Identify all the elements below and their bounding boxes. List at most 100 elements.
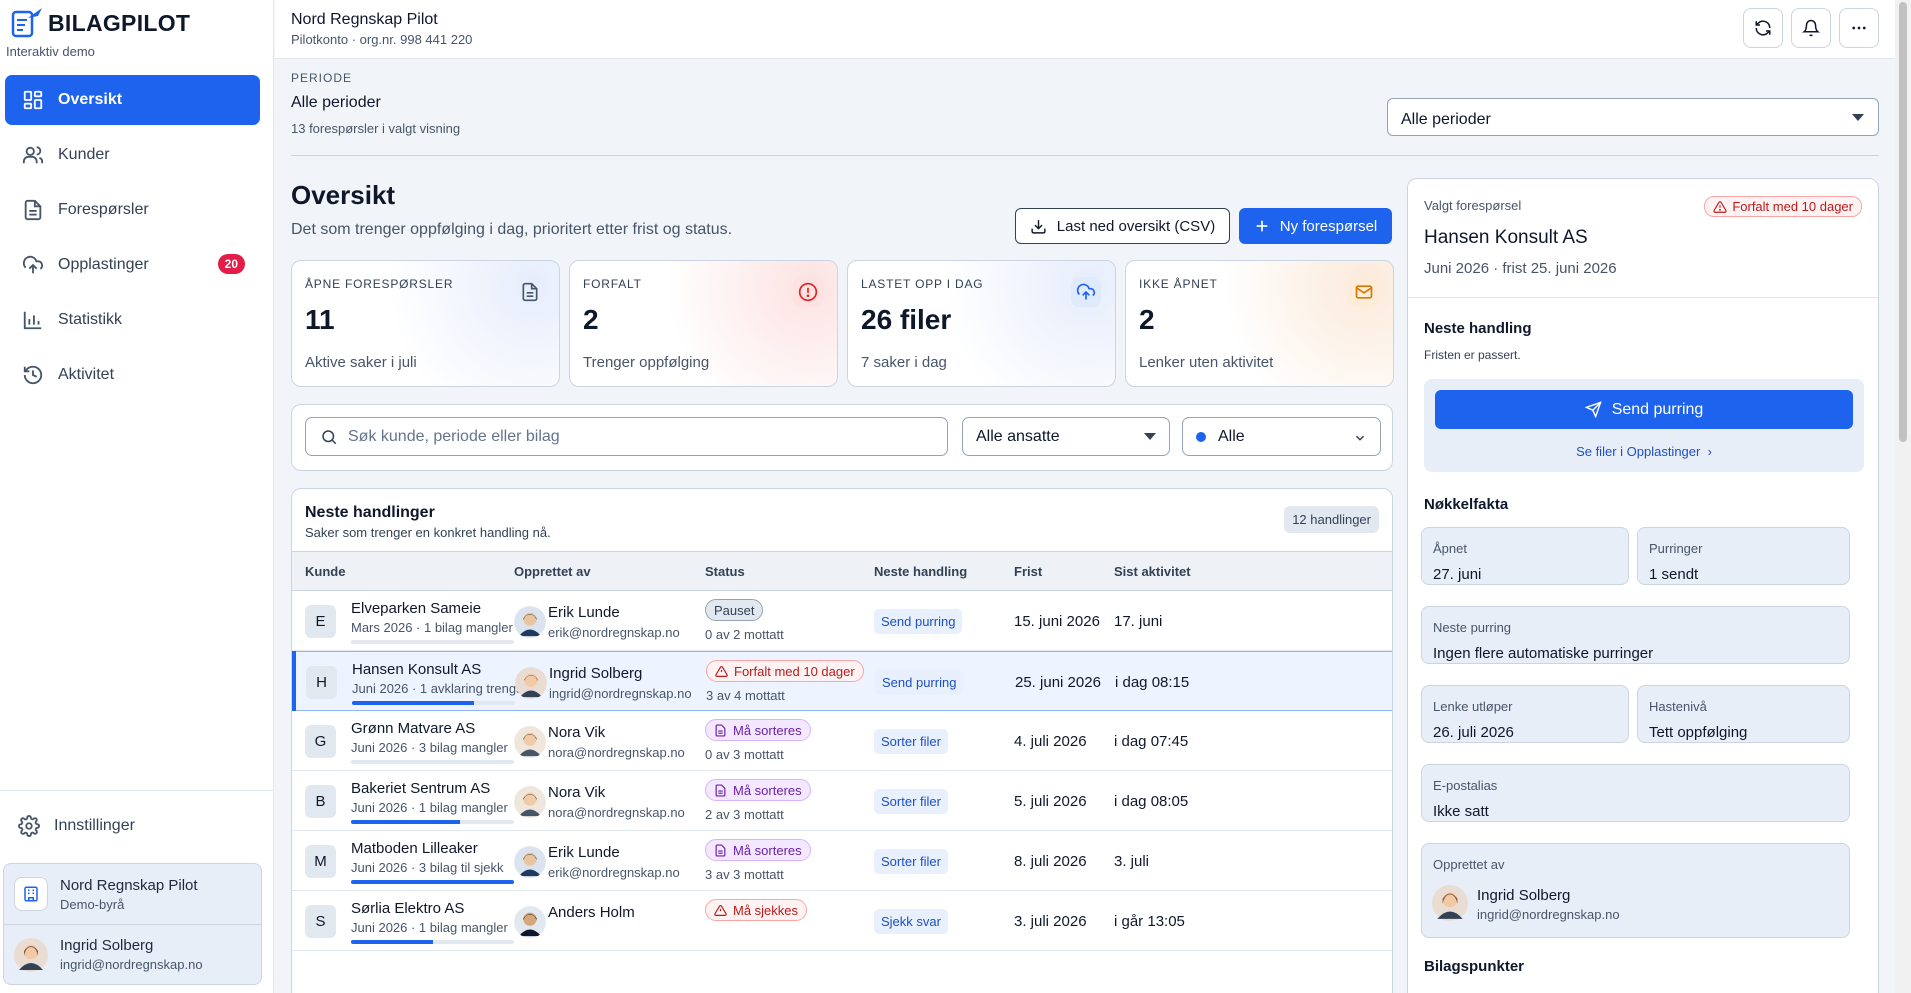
sidebar-item-label: Aktivitet — [58, 366, 115, 383]
last-activity: i dag 08:05 — [1114, 793, 1189, 810]
account-switcher[interactable]: Nord Regnskap Pilot Demo-byrå Ingrid Sol… — [3, 863, 262, 985]
table-row[interactable]: B Bakeriet Sentrum AS Juni 2026 · 1 bilag … — [292, 771, 1392, 831]
last-activity: i går 13:05 — [1114, 913, 1185, 930]
customer-initial: M — [305, 845, 336, 878]
sidebar-item-foresporsler[interactable]: Forespørsler — [5, 185, 260, 235]
kpi-label: FORFALT — [583, 277, 642, 291]
due-date: 3. juli 2026 — [1014, 913, 1087, 930]
status-label: Må sorteres — [733, 843, 802, 858]
key-facts-title: Nøkkelfakta — [1424, 496, 1509, 513]
scrollbar-thumb[interactable] — [1899, 2, 1907, 442]
download-csv-button[interactable]: Last ned oversikt (CSV) — [1015, 208, 1230, 244]
period-label: PERIODE — [291, 71, 353, 85]
sidebar-item-label: Forespørsler — [58, 201, 149, 218]
kpi-open-requests[interactable]: ÅPNE FORESPØRSLER 11 Aktive saker i juli — [291, 260, 560, 387]
customer-period: Juni 2026 · 1 bilag mangler — [351, 800, 508, 815]
status-badge: Må sjekkes — [705, 899, 808, 921]
next-action-button[interactable]: Sjekk svar — [874, 909, 948, 934]
divider — [1408, 297, 1878, 298]
period-select[interactable]: Alle perioder — [1387, 98, 1879, 136]
table-row[interactable]: S Sørlia Elektro AS Juni 2026 · 1 bilag ma… — [292, 891, 1392, 951]
kpi-sub: Aktive saker i juli — [305, 354, 417, 371]
customer-name[interactable]: Bakeriet Sentrum AS — [351, 780, 490, 797]
cloud-upload-icon — [1071, 277, 1101, 307]
customer-name[interactable]: Matboden Lilleaker — [351, 840, 478, 857]
kpi-sub: Trenger oppfølging — [583, 354, 710, 371]
sidebar-item-label: Oversikt — [58, 91, 123, 108]
search-box[interactable] — [305, 417, 948, 456]
user-email: ingrid@nordregnskap.no — [60, 957, 203, 972]
column-header[interactable]: Sist aktivitet — [1114, 564, 1191, 579]
column-header[interactable]: Frist — [1014, 564, 1042, 579]
new-request-button[interactable]: Ny forespørsel — [1239, 208, 1392, 244]
page-subtitle: Det som trenger oppfølging i dag, priori… — [291, 221, 733, 238]
status-select[interactable]: Alle — [1182, 417, 1381, 456]
column-header[interactable]: Opprettet av — [514, 564, 591, 579]
fact-link-expires: Lenke utløper 26. juli 2026 — [1421, 685, 1629, 743]
sidebar-item-kunder[interactable]: Kunder — [5, 130, 260, 180]
status-dot — [1196, 431, 1206, 442]
column-header[interactable]: Status — [705, 564, 745, 579]
status-select-value: Alle — [1218, 427, 1245, 445]
status-label: Må sorteres — [733, 783, 802, 798]
progress-bar — [351, 640, 514, 644]
divider — [291, 155, 1879, 156]
refresh-button[interactable] — [1743, 8, 1783, 48]
table-row[interactable]: H Hansen Konsult AS Juni 2026 · 1 avklarin… — [292, 651, 1392, 724]
progress-bar — [351, 880, 514, 884]
customer-initial: H — [306, 666, 337, 699]
fact-label: Hastenivå — [1649, 699, 1707, 714]
next-action-button[interactable]: Sorter filer — [874, 729, 948, 754]
detail-panel: Valgt forespørsel Forfalt med 10 dager H… — [1407, 178, 1879, 993]
search-input[interactable] — [348, 427, 928, 446]
column-header[interactable]: Neste handling — [874, 564, 967, 579]
send-reminder-button[interactable]: Send purring — [1435, 390, 1853, 429]
table-row[interactable]: M Matboden Lilleaker Juni 2026 · 3 bilag t… — [292, 831, 1392, 891]
customer-initial: S — [305, 905, 336, 938]
sidebar-item-aktivitet[interactable]: Aktivitet — [5, 350, 260, 400]
top-bar: Nord Regnskap Pilot Pilotkonto · org.nr.… — [275, 0, 1895, 59]
kpi-uploaded-today[interactable]: LASTET OPP I DAG 26 filer 7 saker i dag — [847, 260, 1116, 387]
voucher-points-title: Bilagspunkter — [1424, 958, 1525, 975]
user-row[interactable]: Ingrid Solberg ingrid@nordregnskap.no — [4, 924, 261, 984]
column-header[interactable]: Kunde — [305, 564, 345, 579]
due-date: 4. juli 2026 — [1014, 733, 1087, 750]
employee-select[interactable]: Alle ansatte — [962, 417, 1170, 456]
customer-name[interactable]: Grønn Matvare AS — [351, 720, 475, 737]
send-icon — [1584, 401, 1602, 418]
mail-icon — [1349, 277, 1379, 307]
page-scrollbar[interactable] — [1895, 0, 1911, 993]
org-row[interactable]: Nord Regnskap Pilot Demo-byrå — [4, 864, 261, 924]
fact-label: E-postalias — [1433, 778, 1498, 793]
kpi-not-opened[interactable]: IKKE ÅPNET 2 Lenker uten aktivitet — [1125, 260, 1394, 387]
sidebar-item-opplastinger[interactable]: Opplastinger 20 — [5, 240, 260, 290]
settings-link[interactable]: Innstillinger — [18, 815, 135, 837]
kpi-label: IKKE ÅPNET — [1139, 277, 1218, 291]
sidebar-item-label: Opplastinger — [58, 256, 149, 273]
table-row[interactable]: E Elveparken Sameie Mars 2026 · 1 bilag ma… — [292, 591, 1392, 651]
next-action-button[interactable]: Sorter filer — [874, 849, 948, 874]
logo-subtitle: Interaktiv demo — [6, 44, 95, 59]
sidebar-item-statistikk[interactable]: Statistikk — [5, 295, 260, 345]
kpi-overdue[interactable]: FORFALT 2 Trenger oppfølging — [569, 260, 838, 387]
more-button[interactable] — [1839, 8, 1879, 48]
fact-urgency: Hastenivå Tett oppfølging — [1637, 685, 1850, 743]
next-action-button[interactable]: Send purring — [874, 609, 963, 634]
logo[interactable]: BILAGPILOT — [8, 6, 190, 40]
view-files-link[interactable]: Se filer i Opplastinger › — [1424, 444, 1864, 459]
creator-email: erik@nordregnskap.no — [548, 865, 680, 880]
customer-name[interactable]: Hansen Konsult AS — [352, 661, 481, 678]
creator-email: ingrid@nordregnskap.no — [1477, 907, 1620, 922]
customer-name[interactable]: Sørlia Elektro AS — [351, 900, 464, 917]
status-badge: Må sorteres — [705, 719, 811, 741]
customer-name[interactable]: Elveparken Sameie — [351, 600, 481, 617]
kpi-value: 2 — [1139, 304, 1155, 335]
next-action-button[interactable]: Send purring — [875, 670, 964, 695]
org-name: Nord Regnskap Pilot — [60, 876, 198, 894]
table-row[interactable]: G Grønn Matvare AS Juni 2026 · 3 bilag man… — [292, 711, 1392, 771]
sidebar-item-oversikt[interactable]: Oversikt — [5, 75, 260, 125]
creator-name: Anders Holm — [548, 904, 635, 921]
customer-period: Juni 2026 · 3 bilag mangler — [351, 740, 508, 755]
notifications-button[interactable] — [1791, 8, 1831, 48]
next-action-button[interactable]: Sorter filer — [874, 789, 948, 814]
